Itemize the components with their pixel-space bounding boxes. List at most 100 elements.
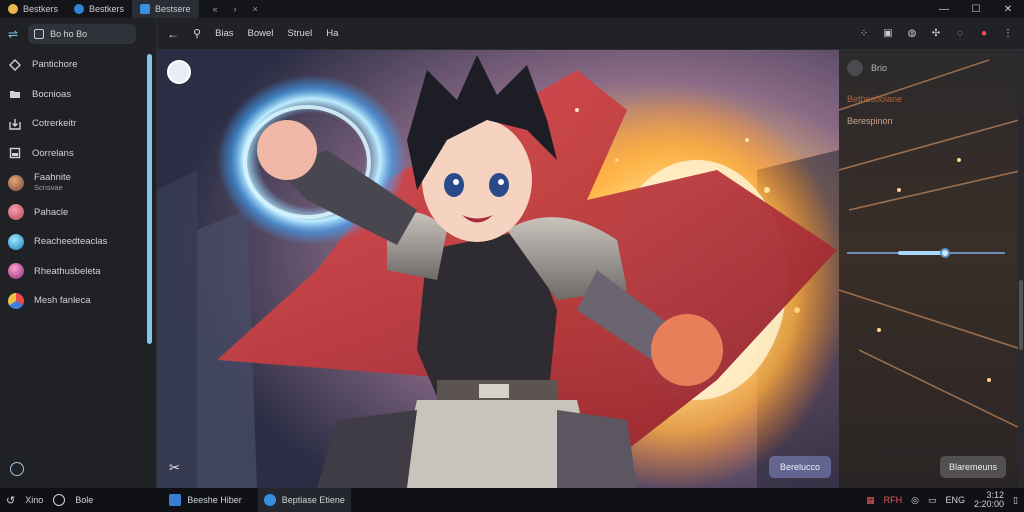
window-tabstrip: Bestkers Bestkers Bestsere « › × — ☐ ✕ [0,0,1024,18]
panel-title: Brio [871,63,888,73]
tab-nav-glyphs: « › × [213,0,258,18]
tools-icon[interactable]: ✂ [169,460,180,476]
help-icon[interactable] [10,462,24,476]
sidebar-item-label: Rheathusbeleta [34,265,101,277]
system-tray: ▦ RFH ◎ ▭ ENG 3:12 2:20:00 ▯ [866,491,1018,509]
menu-icon[interactable]: ⇌ [8,27,18,41]
tab-label: Bestkers [89,4,125,14]
taskbar-app-1[interactable]: Beeshe Hiber [163,488,248,512]
sidebar-item-cotrerkeitr[interactable]: Cotrerkeitr [0,109,156,139]
avatar[interactable] [167,60,191,84]
sidebar-item-bocnioas[interactable]: Bocnioas [0,80,156,110]
taskbar: ↺ Xino Bole Beeshe Hiber Beptiase Etiene… [0,488,1024,512]
sidebar-scrollbar[interactable] [147,54,152,344]
taskbar-app-2[interactable]: Beptiase Etiene [257,488,351,512]
panel-action-button[interactable]: Blaremeuns [940,456,1006,478]
sidebar: ⇌ Bo ho Bo Pantichore Bocnioas Cotrerkei… [0,18,157,488]
toolbar-item-struel[interactable]: Struel [287,28,312,39]
back-glyph-icon[interactable]: « [213,4,218,14]
close-button[interactable]: ✕ [992,4,1024,15]
sidebar-item-faahnite[interactable]: Faahnite Scnsvae [0,168,156,198]
sidebar-item-label: Reacheedteaclas [34,236,108,248]
undo-icon[interactable]: ↺ [6,494,15,507]
toolbar-item-bias[interactable]: Bias [215,28,233,39]
sidebar-item-pahacle[interactable]: Pahacle [0,198,156,228]
sidebar-item-pantichore[interactable]: Pantichore [0,50,156,80]
more-icon[interactable]: ⋮ [1002,28,1014,40]
window-controls: — ☐ ✕ [928,0,1024,18]
avatar-icon [8,233,24,250]
window-tab-2[interactable]: Bestkers [66,0,132,18]
image-icon[interactable]: ▣ [882,28,894,40]
sidebar-item-text: Faahnite Scnsvae [34,172,71,193]
panel-line-2: Berespinon [847,116,893,126]
download-icon [8,117,22,131]
square-icon [8,146,22,160]
puzzle-icon[interactable]: ✣ [930,28,942,40]
avatar-icon [8,263,24,280]
slider-knob[interactable] [939,248,950,258]
app-icon [8,4,18,14]
sidebar-item-label: Cotrerkeitr [32,118,77,130]
app-icon [140,4,151,14]
sidebar-item-label: Oorrelans [32,147,74,159]
taskbar-app-label: Beeshe Hiber [187,495,242,505]
battery-icon[interactable]: ▭ [928,495,937,506]
shield-icon[interactable]: ◌ [954,28,966,40]
toolbar-item-bowel[interactable]: Bowel [248,28,274,39]
maximize-button[interactable]: ☐ [960,4,992,15]
panel-slider[interactable] [847,248,1005,258]
toolbar: ← ⚲ Bias Bowel Struel Ha ⁘ ▣ ◍ ✣ ◌ ● ⋮ [157,18,1024,50]
back-arrow-icon[interactable]: ← [167,27,179,41]
taskbar-search-label[interactable]: Bole [75,495,93,505]
scrollbar-thumb[interactable] [1019,280,1023,350]
panel-header: Brio [847,60,887,76]
sidebar-item-rheathusbeleta[interactable]: Rheathusbeleta [0,257,156,287]
panel-line: Bethesbolane [847,94,902,104]
sidebar-list: Pantichore Bocnioas Cotrerkeitr Oorrelan… [0,50,156,316]
panel-scrollbar[interactable] [1018,50,1024,488]
sidebar-item-label: Bocnioas [32,88,72,100]
record-icon[interactable]: ● [978,28,990,40]
grid-icon[interactable]: ⁘ [858,28,870,40]
search-icon[interactable]: ⚲ [193,27,201,40]
sidebar-item-reacheedteaclas[interactable]: Reacheedteaclas [0,227,156,257]
diamond-icon [8,58,22,72]
sidebar-search[interactable]: Bo ho Bo [28,24,137,44]
forward-glyph-icon[interactable]: › [234,4,237,14]
tab-label: Bestkers [23,4,59,14]
sidebar-header: ⇌ Bo ho Bo [0,18,156,50]
search-icon[interactable] [53,494,66,506]
globe-icon[interactable]: ◍ [906,28,918,40]
sidebar-item-mesh-fanleca[interactable]: Mesh fanleca [0,286,156,316]
app-icon [263,494,276,506]
toolbar-item-ha[interactable]: Ha [326,28,338,39]
minimize-button[interactable]: — [928,4,960,15]
tab-label: Bestsere [155,4,191,14]
sidebar-item-label: Pahacle [34,206,69,218]
folder-icon [8,87,22,101]
user-icon[interactable] [847,60,863,76]
sidebar-search-label: Bo ho Bo [50,29,88,39]
sidebar-item-oorrelans[interactable]: Oorrelans [0,139,156,169]
sidebar-item-sublabel: Scnsvae [34,182,63,192]
panel-line-1: Bethesbolane [847,94,903,104]
avatar-icon [8,174,24,191]
window-tab-1[interactable]: Bestkers [0,0,66,18]
tray-label-2[interactable]: ENG [946,495,966,505]
grid-icon[interactable]: ▦ [866,495,875,506]
close-tab-icon[interactable]: × [253,4,258,14]
square-icon [34,29,45,39]
taskbar-start-label[interactable]: Xino [25,495,43,505]
viewport-action-button[interactable]: Berelucco [769,456,831,478]
right-panel: Brio Bethesbolane Berespinon Blaremeuns [839,50,1024,488]
clock[interactable]: 3:12 2:20:00 [974,491,1004,509]
app-icon [169,494,182,506]
sidebar-item-label: Pantichore [32,59,78,71]
app-icon [74,4,85,14]
window-tab-3[interactable]: Bestsere [132,0,199,18]
toolbar-right-icons: ⁘ ▣ ◍ ✣ ◌ ● ⋮ [858,28,1014,40]
notification-icon[interactable]: ▯ [1013,495,1018,506]
tray-label-1[interactable]: RFH [884,495,903,505]
wifi-icon[interactable]: ◎ [911,495,919,506]
